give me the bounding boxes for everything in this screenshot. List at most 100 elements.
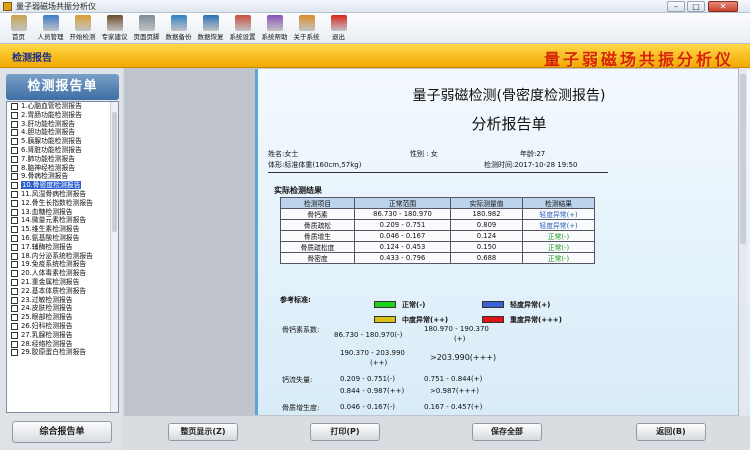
report-list-label: 27.乳腺检测报告 <box>21 330 73 339</box>
toolbar-label: 数据恢复 <box>197 33 224 41</box>
table-cell: 骨质疏松 <box>280 219 355 231</box>
report-list-item[interactable]: 28.经络检测报告 <box>7 340 118 349</box>
report-list-label: 1.心脑血管检测报告 <box>21 102 82 110</box>
report-list-item[interactable]: 20.人体毒素检测报告 <box>7 269 118 278</box>
report-list-item[interactable]: 6.肾脏功能检测报告 <box>7 146 118 155</box>
table-cell: 骨钙素 <box>280 208 355 220</box>
toolbar-button-page[interactable]: 页面页脚 <box>130 14 163 43</box>
report-list-label: 20.人体毒素检测报告 <box>21 269 87 278</box>
module-header: 检测报告 量子弱磁场共振分析仪 <box>0 44 750 69</box>
ref-3a: 0.046 - 0.167(-) <box>340 403 396 411</box>
document-icon <box>11 305 18 313</box>
table-cell: 0.124 - 0.453 <box>354 241 451 253</box>
report-list-item[interactable]: 24.皮肤检测报告 <box>7 304 118 313</box>
report-list-item[interactable]: 7.肺功能检测报告 <box>7 155 118 164</box>
document-icon <box>11 270 18 278</box>
action-bar: 整页显示(Z) 打印(P) 保存全部 返回(B) <box>124 418 750 450</box>
document-icon <box>11 278 18 286</box>
table-cell: 0.433 - 0.796 <box>354 252 451 264</box>
table-row: 骨密度 0.433 - 0.796 0.688 正常(-) <box>280 252 595 264</box>
report-list-item[interactable]: 9.骨病检测报告 <box>7 172 118 181</box>
toolbar-button-hand[interactable]: 开始检测 <box>66 14 99 43</box>
report-list-item[interactable]: 5.胰腺功能检测报告 <box>7 137 118 146</box>
report-list-item[interactable]: 29.胶原蛋白检测报告 <box>7 348 118 357</box>
report-list-item[interactable]: 15.维生素检测报告 <box>7 225 118 234</box>
report-list-label: 21.重金属检测报告 <box>21 277 80 286</box>
fit-page-button[interactable]: 整页显示(Z) <box>168 423 238 441</box>
toolbar-button-expert[interactable]: 专家建议 <box>98 14 131 43</box>
report-list-label: 19.免疫系统检测报告 <box>21 260 87 269</box>
minimize-button[interactable]: – <box>667 1 685 12</box>
toolbar-label: 关于系统 <box>293 33 320 41</box>
report-list-item[interactable]: 21.重金属检测报告 <box>7 278 118 287</box>
toolbar-button-people[interactable]: 人员管理 <box>34 14 67 43</box>
toolbar-button-backup[interactable]: 数据备份 <box>162 14 195 43</box>
report-list-label: 25.眼部检测报告 <box>21 313 73 322</box>
back-button[interactable]: 返回(B) <box>636 423 706 441</box>
ref-1b-grade: (+) <box>454 335 466 343</box>
legend-label: 正常(-) <box>402 301 426 309</box>
report-list-label: 29.胶原蛋白检测报告 <box>21 348 87 357</box>
table-row: 骨钙素 86.730 - 180.970 180.982 轻度异常(+) <box>280 208 595 220</box>
list-scrollbar[interactable] <box>110 102 118 412</box>
report-list-item[interactable]: 4.胆功能检测报告 <box>7 128 118 137</box>
report-list-item[interactable]: 25.眼部检测报告 <box>7 313 118 322</box>
home-icon <box>10 15 27 31</box>
document-icon <box>11 340 18 348</box>
toolbar-button-about[interactable]: 关于系统 <box>290 14 323 43</box>
ref-item-2: 钙流失量: <box>282 376 313 384</box>
report-list-item[interactable]: 23.过敏检测报告 <box>7 296 118 305</box>
toolbar-button-exit[interactable]: 退出 <box>322 14 355 43</box>
summary-report-button[interactable]: 综合报告单 <box>12 421 112 443</box>
toolbar-label: 专家建议 <box>101 33 128 41</box>
toolbar-button-restore[interactable]: 数据恢复 <box>194 14 227 43</box>
app-icon <box>3 2 12 11</box>
report-list-item[interactable]: 27.乳腺检测报告 <box>7 331 118 340</box>
print-button[interactable]: 打印(P) <box>310 423 380 441</box>
report-list-item[interactable]: 1.心脑血管检测报告 <box>7 102 118 111</box>
toolbar-label: 首页 <box>12 33 25 41</box>
report-list-item[interactable]: 16.氨基酸检测报告 <box>7 234 118 243</box>
report-list-label: 10.骨密度检测报告 <box>21 181 82 190</box>
document-icon <box>11 111 18 119</box>
report-list-item[interactable]: 26.妇科检测报告 <box>7 322 118 331</box>
report-list-item[interactable]: 17.辅酶检测报告 <box>7 243 118 252</box>
report-title: 量子弱磁检测(骨密度检测报告) <box>412 88 606 104</box>
toolbar-button-home[interactable]: 首页 <box>2 14 35 43</box>
report-list-label: 7.肺功能检测报告 <box>21 154 76 163</box>
report-list-item[interactable]: 2.胃肠功能检测报告 <box>7 111 118 120</box>
save-all-button[interactable]: 保存全部 <box>472 423 542 441</box>
report-list-label: 5.胰腺功能检测报告 <box>21 137 82 146</box>
report-list-item[interactable]: 11.风湿骨病检测报告 <box>7 190 118 199</box>
table-cell: 86.730 - 180.970 <box>354 208 451 220</box>
document-icon <box>11 349 18 357</box>
toolbar-button-help[interactable]: 系统帮助 <box>258 14 291 43</box>
close-button[interactable]: ✕ <box>708 1 738 12</box>
report-list-item[interactable]: 14.微量元素检测报告 <box>7 216 118 225</box>
legend-swatch <box>482 301 504 308</box>
table-cell: 骨质疏松度 <box>280 241 355 253</box>
document-icon <box>11 261 18 269</box>
legend-label: 中度异常(++) <box>402 316 449 324</box>
report-scrollbar[interactable] <box>738 68 747 416</box>
column-header: 实际测量值 <box>450 197 523 209</box>
report-list-item[interactable]: 10.骨密度检测报告 <box>7 181 118 190</box>
legend-label: 重度异常(+++) <box>510 316 562 324</box>
table-cell: 0.046 - 0.167 <box>354 230 451 242</box>
report-list-item[interactable]: 19.免疫系统检测报告 <box>7 260 118 269</box>
document-icon <box>11 331 18 339</box>
ref-2d: >0.987(+++) <box>430 387 479 395</box>
legend-swatch <box>374 316 396 323</box>
ref-2b: 0.751 - 0.844(+) <box>424 375 483 383</box>
table-row: 骨质疏松度 0.124 - 0.453 0.150 正常(-) <box>280 241 595 253</box>
report-list-item[interactable]: 12.骨生长指数检测报告 <box>7 199 118 208</box>
toolbar-button-settings[interactable]: 系统设置 <box>226 14 259 43</box>
reference-label: 参考标准: <box>280 296 311 304</box>
maximize-button[interactable]: □ <box>687 1 705 12</box>
report-list-label: 28.经络检测报告 <box>21 339 73 348</box>
report-list-item[interactable]: 22.基本体质检测报告 <box>7 287 118 296</box>
table-cell: 骨质增生 <box>280 230 355 242</box>
legend-label: 轻度异常(+) <box>510 301 551 309</box>
report-list-label: 8.脑神经检测报告 <box>21 163 76 172</box>
document-icon <box>11 243 18 251</box>
